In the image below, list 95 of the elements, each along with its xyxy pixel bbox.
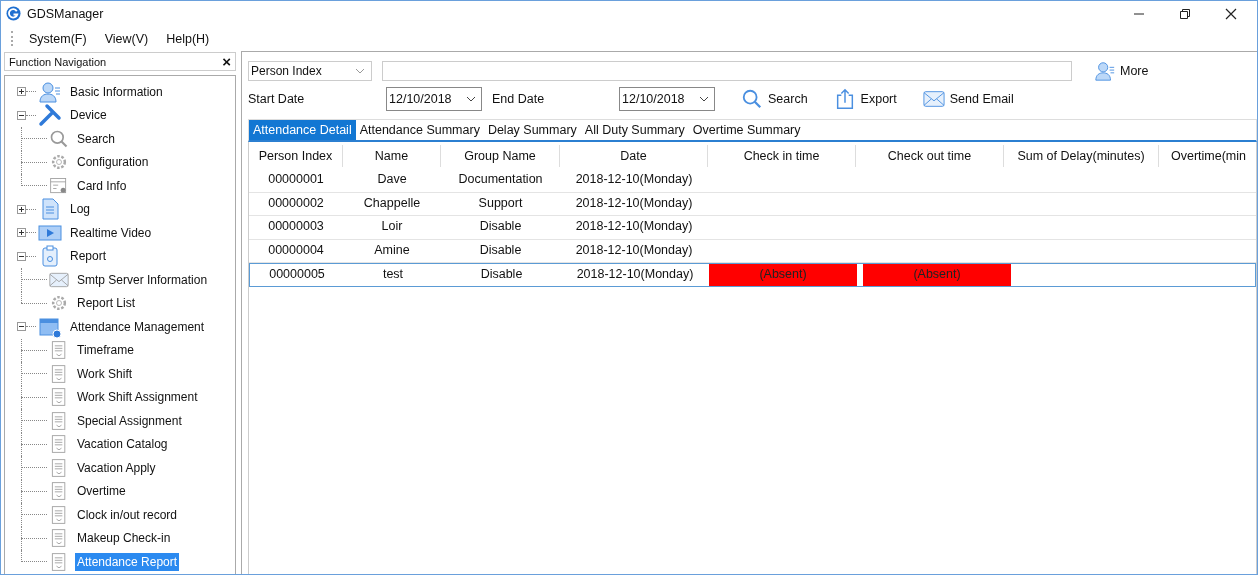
tree-item[interactable]: Configuration xyxy=(75,153,151,172)
table-cell-text: test xyxy=(381,266,405,283)
card-icon xyxy=(49,175,69,196)
tab[interactable]: Attendance Summary xyxy=(355,120,484,140)
table-cell-text: Disable xyxy=(478,241,523,259)
menu-item[interactable]: Help(H) xyxy=(160,29,216,48)
column-header[interactable]: Check out time xyxy=(856,144,1004,167)
column-header[interactable]: Check in time xyxy=(708,144,856,167)
table-cell-text: 00000004 xyxy=(267,241,325,259)
toolbar-button[interactable]: Search xyxy=(741,88,808,110)
person-list-icon xyxy=(38,79,62,104)
tree-item[interactable]: Report List xyxy=(75,294,138,313)
tree-item[interactable]: Makeup Check-in xyxy=(75,529,173,548)
tree-item[interactable]: Work Shift xyxy=(75,364,135,383)
tree-item[interactable]: Vacation Apply xyxy=(75,458,158,477)
end-date-label: End Date xyxy=(491,92,546,106)
table-cell-text: 00000005 xyxy=(268,266,326,283)
search-icon xyxy=(49,128,69,149)
tree-item[interactable]: Timeframe xyxy=(75,341,136,360)
mail-icon xyxy=(922,88,945,110)
tab[interactable]: Overtime Summary xyxy=(688,120,805,140)
end-date-picker[interactable]: 12/10/2018 xyxy=(619,87,715,111)
column-header[interactable]: Group Name xyxy=(441,144,560,167)
table-row[interactable]: 00000003 Loir Disable 2018-12-10(Monday) xyxy=(249,216,1256,240)
chevron-icon xyxy=(355,68,365,74)
field-select[interactable]: Person Index xyxy=(248,61,372,81)
start-date-label: Start Date xyxy=(248,92,306,106)
table-cell-text: 2018-12-10(Monday) xyxy=(574,194,694,212)
panel-title: Function Navigation xyxy=(9,55,107,68)
expand-icon[interactable] xyxy=(17,87,26,97)
tree-item[interactable]: Log xyxy=(68,200,93,219)
table-cell-text: Loir xyxy=(380,218,404,235)
search-field[interactable] xyxy=(382,61,1072,81)
collapse-icon[interactable] xyxy=(17,322,26,332)
table-cell: (Absent) xyxy=(709,264,857,286)
search-icon xyxy=(741,88,763,110)
table-cell-text: 2018-12-10(Monday) xyxy=(574,218,694,235)
table-row[interactable]: 00000002 Chappelle Support 2018-12-10(Monday) xyxy=(249,192,1256,216)
window-title: GDSManager xyxy=(27,6,104,21)
tree-item[interactable]: Realtime Video xyxy=(68,223,154,242)
tree-item[interactable]: Work Shift Assignment xyxy=(75,388,200,407)
more-button[interactable]: More xyxy=(1094,60,1149,82)
expand-icon[interactable] xyxy=(17,204,26,214)
table-cell-text: 00000001 xyxy=(267,171,325,188)
table-row[interactable]: 00000001 Dave Documentation 2018-12-10(Monday) xyxy=(249,169,1256,193)
column-header[interactable]: Name xyxy=(343,144,441,167)
table-cell-text: 2018-12-10(Monday) xyxy=(574,241,694,259)
tree-item[interactable]: Overtime xyxy=(75,482,128,501)
restore-icon[interactable] xyxy=(1179,7,1191,20)
menu-item[interactable]: System(F) xyxy=(23,29,93,48)
table-cell-text: Dave xyxy=(376,171,408,188)
chevron-icon xyxy=(466,96,476,102)
tree-item[interactable]: Special Assignment xyxy=(75,411,184,430)
person-list-icon xyxy=(1094,60,1116,82)
table-row[interactable]: 00000005 test Disable 2018-12-10(Monday) (Absent) (Absent) xyxy=(249,263,1256,287)
tree-item[interactable]: Basic Information xyxy=(68,82,165,101)
table-cell-text: 2018-12-10(Monday) xyxy=(574,171,694,188)
collapse-icon[interactable] xyxy=(17,110,26,120)
collapse-icon[interactable] xyxy=(17,251,26,261)
expand-icon[interactable] xyxy=(17,228,26,238)
close-button[interactable]: × xyxy=(222,53,231,70)
toolbar-button[interactable]: Export xyxy=(833,88,897,110)
table-cell-text: Disable xyxy=(479,266,524,283)
tree-item[interactable]: Attendance Management xyxy=(68,317,207,336)
tab[interactable]: Attendance Detail xyxy=(249,120,356,140)
tab[interactable]: All Duty Summary xyxy=(580,120,689,140)
app-logo-icon xyxy=(6,6,21,21)
table-cell-text: Documentation xyxy=(457,171,544,188)
table-row[interactable]: 00000004 Amine Disable 2018-12-10(Monday) xyxy=(249,239,1256,263)
table-cell-text: Support xyxy=(477,194,524,212)
table-cell-text: 2018-12-10(Monday) xyxy=(575,266,695,283)
menu-item[interactable]: View(V) xyxy=(98,29,155,48)
start-date-picker[interactable]: 12/10/2018 xyxy=(386,87,482,111)
tree-item[interactable]: Device xyxy=(68,106,109,125)
table-cell-text: Amine xyxy=(373,241,411,259)
table-cell-text: 00000003 xyxy=(267,218,325,235)
table-cell-text: 00000002 xyxy=(267,194,325,212)
toolbar-button[interactable]: Send Email xyxy=(922,88,1014,110)
column-header[interactable]: Person Index xyxy=(249,144,343,167)
tab[interactable]: Delay Summary xyxy=(483,120,581,140)
tree-item[interactable]: Report xyxy=(68,247,109,266)
tree-item[interactable]: Smtp Server Information xyxy=(75,270,210,289)
column-header[interactable]: Sum of Delay(minutes) xyxy=(1004,144,1159,167)
table-cell-text: Chappelle xyxy=(362,194,422,212)
close-icon[interactable] xyxy=(1225,7,1237,20)
chevron-icon xyxy=(699,96,709,102)
tree-item[interactable]: Card Info xyxy=(75,176,129,195)
column-header[interactable]: Overtime(min xyxy=(1159,144,1256,167)
tree-item[interactable]: Attendance Report xyxy=(75,552,180,571)
table-cell: (Absent) xyxy=(863,264,1011,286)
column-header[interactable]: Date xyxy=(560,144,708,167)
tree-item[interactable]: Vacation Catalog xyxy=(75,435,170,454)
tree-item[interactable]: Clock in/out record xyxy=(75,505,180,524)
table-cell-text: Disable xyxy=(478,218,523,235)
tree-item[interactable]: Search xyxy=(75,129,118,148)
